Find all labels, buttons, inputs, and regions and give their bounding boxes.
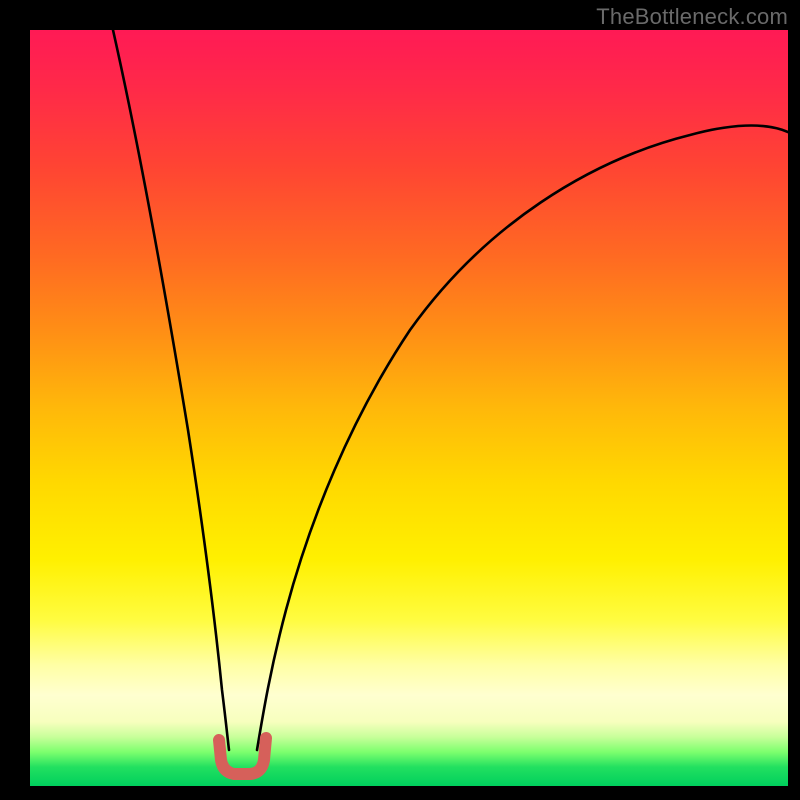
watermark-text: TheBottleneck.com <box>596 4 788 30</box>
outer-frame: TheBottleneck.com <box>0 0 800 800</box>
curve-layer <box>30 30 788 786</box>
right-curve <box>257 126 788 750</box>
left-curve <box>113 30 229 750</box>
